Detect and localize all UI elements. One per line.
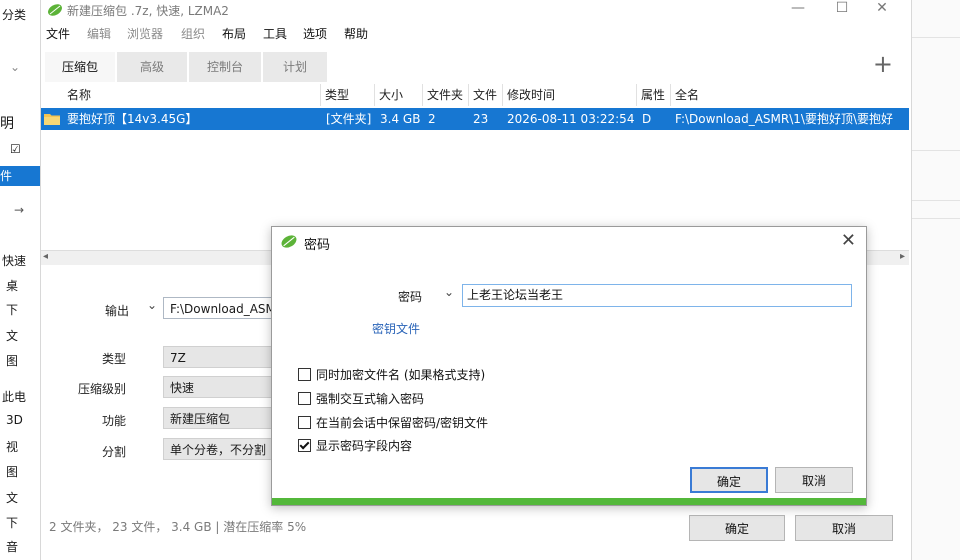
row-type: [文件夹]	[326, 112, 372, 126]
bg-this-pc[interactable]: 此电	[2, 388, 42, 405]
password-input[interactable]: 上老王论坛当老王	[462, 284, 852, 307]
option-label: 强制交互式输入密码	[316, 392, 425, 406]
option-label: 显示密码字段内容	[316, 439, 413, 453]
option-show-password[interactable]: 显示密码字段内容	[298, 437, 412, 454]
close-button[interactable]: ✕	[859, 0, 905, 20]
col-name[interactable]: 名称	[63, 84, 321, 106]
bg-label-bright: 明	[0, 116, 14, 132]
row-size: 3.4 GB	[380, 112, 421, 126]
row-modified: 2026-08-11 03:22:54	[507, 112, 635, 126]
col-modified[interactable]: 修改时间	[503, 84, 637, 106]
row-name: 要抱好顶【14v3.45G】	[67, 112, 198, 126]
checkbox-force-interactive[interactable]	[298, 392, 311, 405]
tab-bar: 压缩包 高级 控制台 计划	[41, 52, 911, 82]
col-folders[interactable]: 文件夹	[423, 84, 469, 106]
dialog-title: 密码	[304, 238, 331, 253]
password-dropdown-chevron[interactable]: ⌄	[444, 285, 454, 299]
title-bar: 新建压缩包 .7z, 快速, LZMA2 — ☐ ✕	[41, 0, 911, 20]
main-ok-button[interactable]: 确定	[689, 515, 785, 541]
col-size[interactable]: 大小	[375, 84, 423, 106]
tab-schedule[interactable]: 计划	[263, 52, 327, 82]
col-files[interactable]: 文件	[469, 84, 503, 106]
menu-layout[interactable]: 布局	[222, 25, 246, 42]
row-files: 23	[473, 112, 489, 126]
menu-bar: 文件 编辑 浏览器 组织 布局 工具 选项 帮助	[41, 22, 911, 44]
option-encrypt-filenames[interactable]: 同时加密文件名 (如果格式支持)	[298, 366, 485, 383]
tab-advanced[interactable]: 高级	[117, 52, 187, 82]
menu-browser[interactable]: 浏览器	[127, 25, 163, 42]
bg-quick-access[interactable]: 快速	[2, 252, 42, 269]
menu-edit[interactable]: 编辑	[87, 25, 111, 42]
checkbox-keep-session[interactable]	[298, 416, 311, 429]
option-label: 同时加密文件名 (如果格式支持)	[316, 368, 486, 382]
folder-icon	[44, 114, 60, 125]
output-label: 输出	[104, 304, 129, 318]
menu-organize[interactable]: 组织	[181, 25, 205, 42]
type-label: 类型	[101, 352, 126, 366]
menu-tools[interactable]: 工具	[263, 25, 287, 42]
checkbox-encrypt-filenames[interactable]	[298, 368, 311, 381]
tab-archive[interactable]: 压缩包	[45, 52, 115, 82]
col-fullname[interactable]: 全名	[671, 84, 909, 106]
bg-selected-item[interactable]: 件	[0, 166, 40, 186]
row-attr: D	[642, 112, 652, 126]
split-select[interactable]: 单个分卷，不分割	[163, 438, 275, 460]
option-force-interactive[interactable]: 强制交互式输入密码	[298, 390, 424, 407]
row-folders: 2	[428, 112, 436, 126]
function-label: 功能	[101, 414, 126, 428]
background-explorer-pane: 分类 ⌄ 明 ☑ 件 → 快速 桌 下 文 图 此电 3D 视 图 文 下 音	[0, 0, 41, 560]
leaf-icon	[281, 235, 297, 248]
add-plus-button[interactable]: +	[873, 52, 893, 76]
table-row[interactable]: 要抱好顶【14v3.45G】 [文件夹] 3.4 GB 2 23 2026-08…	[41, 108, 909, 130]
option-label: 在当前会话中保留密码/密钥文件	[316, 416, 489, 430]
dialog-close-button[interactable]: ✕	[841, 230, 856, 251]
option-keep-session[interactable]: 在当前会话中保留密码/密钥文件	[298, 414, 488, 431]
level-label: 压缩级别	[77, 382, 126, 396]
output-dropdown-chevron[interactable]: ⌄	[147, 298, 157, 312]
checkbox-show-password[interactable]	[298, 439, 311, 452]
col-attr[interactable]: 属性	[637, 84, 671, 106]
scroll-left-icon[interactable]: ◂	[43, 251, 48, 262]
window-title: 新建压缩包 .7z, 快速, LZMA2	[67, 4, 229, 18]
menu-file[interactable]: 文件	[46, 25, 70, 42]
password-label: 密码	[398, 290, 423, 304]
dialog-cancel-button[interactable]: 取消	[775, 467, 853, 493]
keyfile-link[interactable]: 密钥文件	[372, 320, 420, 337]
type-select[interactable]: 7Z	[163, 346, 275, 368]
tab-console[interactable]: 控制台	[189, 52, 261, 82]
main-cancel-button[interactable]: 取消	[795, 515, 893, 541]
menu-help[interactable]: 帮助	[344, 25, 368, 42]
split-label: 分割	[101, 445, 126, 459]
col-type[interactable]: 类型	[321, 84, 375, 106]
dialog-green-bar	[272, 498, 866, 505]
dialog-ok-button[interactable]: 确定	[690, 467, 768, 493]
level-select[interactable]: 快速	[163, 376, 275, 398]
status-bar: 2 文件夹， 23 文件， 3.4 GB | 潜在压缩率 5%	[49, 520, 307, 534]
password-dialog: 密码 ✕ 密码 ⌄ 上老王论坛当老王 密钥文件 同时加密文件名 (如果格式支持)…	[271, 226, 867, 506]
output-path-input[interactable]: F:\Download_ASM	[163, 297, 275, 319]
menu-options[interactable]: 选项	[303, 25, 327, 42]
row-fullname: F:\Download_ASMR\1\要抱好顶\要抱好	[675, 112, 893, 126]
leaf-icon	[48, 4, 62, 16]
scroll-right-icon[interactable]: ▸	[900, 251, 905, 262]
bg-label-category: 分类	[2, 8, 27, 22]
background-right-pane	[910, 0, 960, 560]
minimize-button[interactable]: —	[775, 0, 821, 20]
function-select[interactable]: 新建压缩包	[163, 407, 275, 429]
